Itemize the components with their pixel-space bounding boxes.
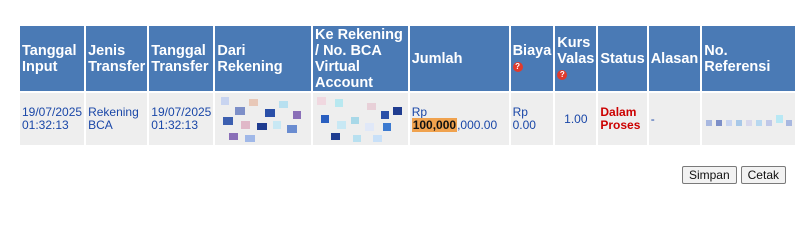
- header-reference: No. Referensi: [702, 26, 795, 91]
- cell-input-date: 19/07/2025 01:32:13: [20, 93, 85, 145]
- cell-exchange-rate: 1.00: [555, 93, 597, 145]
- header-fee-label: Biaya: [512, 42, 552, 59]
- cell-amount: Rp 100,000,000.00: [409, 93, 509, 145]
- cell-to-account: [313, 93, 408, 145]
- header-reason: Alasan: [648, 26, 701, 91]
- redacted-to-account: [313, 93, 408, 145]
- input-date-value: 19/07/2025: [22, 105, 83, 119]
- header-fee: Biaya ?: [510, 26, 554, 91]
- amount-prefix: Rp: [411, 105, 428, 119]
- cell-reference: [702, 93, 795, 145]
- cell-from-account: [215, 93, 312, 145]
- cell-transfer-date: 19/07/2025 01:32:13: [149, 93, 214, 145]
- action-buttons: Simpan Cetak: [681, 166, 786, 184]
- status-badge: Dalam Proses: [600, 105, 641, 132]
- header-exchange-rate: Kurs Valas ?: [555, 26, 597, 91]
- question-circle-icon[interactable]: ?: [557, 69, 568, 80]
- transfer-status-table: Tanggal Input Jenis Transfer Tanggal Tra…: [18, 24, 797, 147]
- save-button[interactable]: Simpan: [681, 166, 737, 184]
- transfer-date-value: 19/07/2025: [151, 105, 212, 119]
- table-header-row: Tanggal Input Jenis Transfer Tanggal Tra…: [20, 26, 795, 91]
- table-row: 19/07/2025 01:32:13 Rekening BCA 19/07/2…: [20, 93, 795, 145]
- print-button[interactable]: Cetak: [740, 166, 786, 184]
- redacted-from-account: [215, 93, 311, 145]
- redacted-reference: [702, 93, 795, 145]
- header-amount: Jumlah: [409, 26, 509, 91]
- header-transfer-type: Jenis Transfer: [86, 26, 148, 91]
- header-input-date: Tanggal Input: [20, 26, 85, 91]
- cell-status: Dalam Proses: [598, 93, 647, 145]
- header-exchange-rate-label: Kurs Valas: [557, 34, 595, 67]
- input-time-value: 01:32:13: [22, 118, 69, 132]
- question-circle-icon[interactable]: ?: [512, 61, 523, 72]
- header-status: Status: [598, 26, 647, 91]
- header-to-account: Ke Rekening / No. BCA Virtual Account: [313, 26, 408, 91]
- amount-suffix: ,000.00: [457, 118, 498, 132]
- transfer-time-value: 01:32:13: [151, 118, 198, 132]
- header-transfer-date: Tanggal Transfer: [149, 26, 214, 91]
- cell-transfer-type: Rekening BCA: [86, 93, 148, 145]
- header-from-account: Dari Rekening: [215, 26, 312, 91]
- cell-fee: Rp 0.00: [510, 93, 554, 145]
- amount-highlight: 100,000: [411, 118, 458, 132]
- cell-reason: -: [648, 93, 701, 145]
